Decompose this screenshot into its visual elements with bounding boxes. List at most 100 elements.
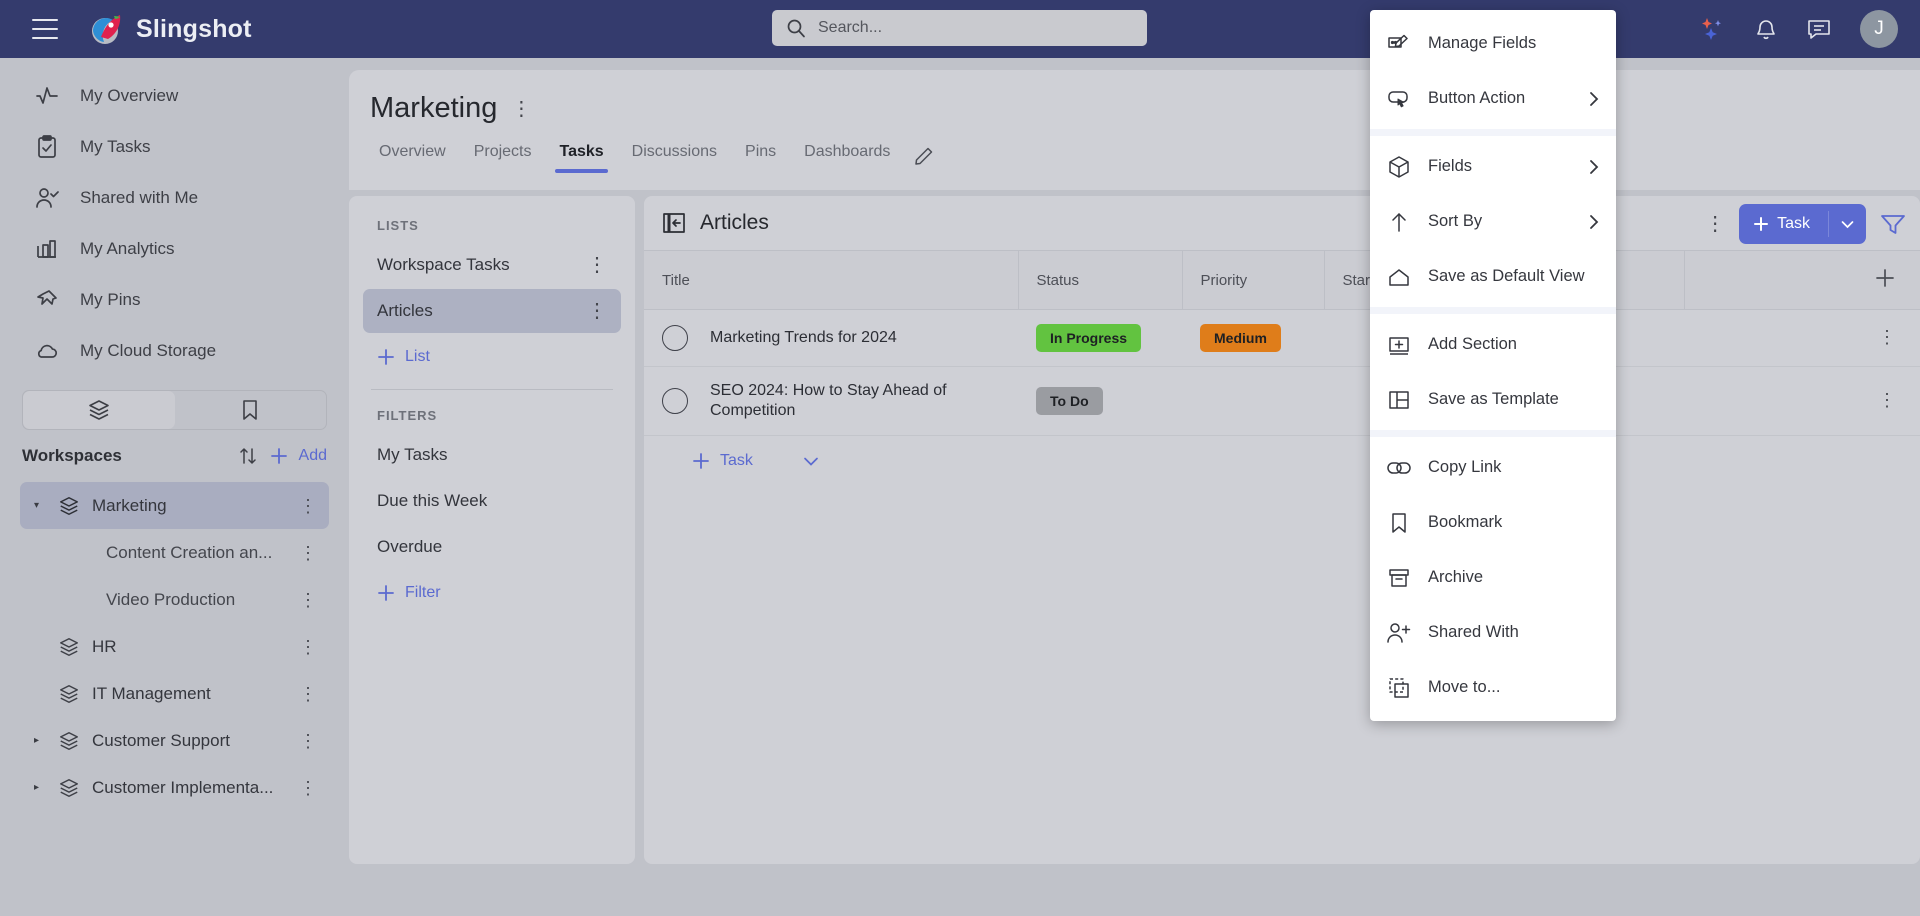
menu-item-bookmark[interactable]: Bookmark: [1370, 495, 1616, 550]
menu-item-add-section[interactable]: Add Section: [1370, 317, 1616, 372]
bookmarks-tab-button[interactable]: [175, 391, 327, 429]
table-row[interactable]: SEO 2024: How to Stay Ahead of Competiti…: [644, 366, 1920, 436]
menu-item-manage-fields[interactable]: Manage Fields: [1370, 16, 1616, 71]
bell-icon[interactable]: [1754, 16, 1778, 42]
brand[interactable]: Slingshot: [90, 12, 252, 46]
add-task-inline-button[interactable]: Task: [644, 436, 1920, 470]
add-list-button[interactable]: List: [349, 335, 635, 379]
filter-item-overdue[interactable]: Overdue: [363, 525, 621, 569]
chevron-down-icon[interactable]: ▾: [34, 500, 46, 511]
task-complete-radio[interactable]: [662, 325, 688, 351]
hamburger-icon[interactable]: [32, 19, 58, 39]
task-status-cell[interactable]: In Progress: [1018, 309, 1182, 367]
sidebar-item-my-analytics[interactable]: My Analytics: [0, 223, 349, 274]
column-header-priority[interactable]: Priority: [1182, 250, 1325, 310]
add-workspace-plus-icon[interactable]: [269, 446, 289, 466]
list-item-workspace-tasks[interactable]: Workspace Tasks ⋮: [363, 243, 621, 287]
chevron-down-icon[interactable]: [803, 456, 819, 467]
list-item-articles[interactable]: Articles ⋮: [363, 289, 621, 333]
tab-pins[interactable]: Pins: [731, 139, 790, 173]
sparkle-ai-icon[interactable]: [1698, 16, 1726, 42]
menu-item-move-to[interactable]: Move to...: [1370, 660, 1616, 715]
add-workspace-label[interactable]: Add: [299, 447, 327, 465]
menu-item-label: Bookmark: [1428, 513, 1503, 531]
page-kebab-icon[interactable]: ⋮: [511, 99, 531, 119]
workspace-kebab-icon[interactable]: ⋮: [299, 544, 317, 562]
list-kebab-icon[interactable]: ⋮: [587, 255, 607, 275]
column-header-status[interactable]: Status: [1018, 250, 1183, 310]
task-complete-radio[interactable]: [662, 388, 688, 414]
workspace-kebab-icon[interactable]: ⋮: [299, 685, 317, 703]
task-status-cell[interactable]: To Do: [1018, 366, 1182, 436]
page-title-row: Marketing ⋮: [349, 70, 1920, 125]
add-task-button[interactable]: Task: [1739, 204, 1866, 244]
tasks-table: Title Status Priority Start Date: [644, 250, 1920, 436]
menu-item-sort-by[interactable]: Sort By: [1370, 194, 1616, 249]
box-icon: [1386, 155, 1412, 179]
add-filter-button[interactable]: Filter: [349, 571, 635, 615]
tab-discussions[interactable]: Discussions: [618, 139, 731, 173]
workspace-kebab-icon[interactable]: ⋮: [299, 638, 317, 656]
sidebar-item-my-cloud-storage[interactable]: My Cloud Storage: [0, 325, 349, 376]
table-more-vertical-icon[interactable]: ⋮: [1705, 214, 1725, 234]
chevron-right-icon[interactable]: ▸: [34, 735, 46, 746]
row-kebab-icon[interactable]: ⋮: [1878, 327, 1896, 347]
add-column-button[interactable]: [1684, 250, 1920, 310]
tab-projects[interactable]: Projects: [460, 139, 546, 173]
workspace-item-hr[interactable]: HR ⋮: [20, 623, 329, 670]
sort-arrows-icon[interactable]: [237, 445, 259, 467]
collapse-panel-icon[interactable]: [662, 211, 686, 235]
left-sidebar: My Overview My Tasks Shared with Me My A…: [0, 58, 349, 916]
menu-item-save-as-template[interactable]: Save as Template: [1370, 372, 1616, 427]
task-title-cell[interactable]: Marketing Trends for 2024: [644, 309, 1018, 367]
task-priority-cell[interactable]: Medium: [1182, 309, 1324, 367]
menu-item-archive[interactable]: Archive: [1370, 550, 1616, 605]
tab-tasks[interactable]: Tasks: [545, 139, 617, 173]
pencil-icon[interactable]: [904, 139, 944, 173]
layers-icon: [58, 730, 80, 752]
workspace-kebab-icon[interactable]: ⋮: [299, 779, 317, 797]
filter-item-due-this-week[interactable]: Due this Week: [363, 479, 621, 523]
task-priority-cell[interactable]: [1182, 366, 1324, 436]
workspace-item-it-management[interactable]: IT Management ⋮: [20, 670, 329, 717]
column-header-title[interactable]: Title: [644, 250, 1019, 310]
chevron-down-icon[interactable]: [1828, 211, 1866, 237]
workspace-child-content-creation[interactable]: Content Creation an... ⋮: [20, 529, 329, 576]
task-title-cell[interactable]: SEO 2024: How to Stay Ahead of Competiti…: [644, 366, 1018, 436]
lists-divider: [371, 389, 613, 390]
sidebar-item-my-tasks[interactable]: My Tasks: [0, 121, 349, 172]
sidebar-item-my-pins[interactable]: My Pins: [0, 274, 349, 325]
workspace-kebab-icon[interactable]: ⋮: [299, 591, 317, 609]
tab-dashboards[interactable]: Dashboards: [790, 139, 904, 173]
tab-overview[interactable]: Overview: [365, 139, 460, 173]
workspaces-tab-button[interactable]: [23, 391, 175, 429]
workspace-item-customer-implementation[interactable]: ▸ Customer Implementa... ⋮: [20, 764, 329, 811]
sidebar-item-shared-with-me[interactable]: Shared with Me: [0, 172, 349, 223]
list-kebab-icon[interactable]: ⋮: [587, 301, 607, 321]
search-box[interactable]: [772, 10, 1147, 46]
workspace-item-marketing[interactable]: ▾ Marketing ⋮: [20, 482, 329, 529]
sidebar-item-my-overview[interactable]: My Overview: [0, 70, 349, 121]
row-kebab-icon[interactable]: ⋮: [1878, 390, 1896, 410]
workspace-item-customer-support[interactable]: ▸ Customer Support ⋮: [20, 717, 329, 764]
chevron-right-icon: [1588, 159, 1600, 175]
filter-icon[interactable]: [1880, 212, 1906, 236]
menu-item-copy-link[interactable]: Copy Link: [1370, 440, 1616, 495]
user-check-icon: [34, 185, 60, 211]
menu-item-button-action[interactable]: Button Action: [1370, 71, 1616, 126]
row-actions-cell: ⋮: [1684, 366, 1920, 436]
priority-badge: Medium: [1200, 324, 1281, 352]
workspace-child-video-production[interactable]: Video Production ⋮: [20, 576, 329, 623]
workspace-kebab-icon[interactable]: ⋮: [299, 497, 317, 515]
workspace-kebab-icon[interactable]: ⋮: [299, 732, 317, 750]
chevron-right-icon[interactable]: ▸: [34, 782, 46, 793]
table-row[interactable]: Marketing Trends for 2024 In Progress Me…: [644, 309, 1920, 367]
filter-item-my-tasks[interactable]: My Tasks: [363, 433, 621, 477]
search-input[interactable]: [818, 19, 1118, 37]
menu-item-shared-with[interactable]: Shared With: [1370, 605, 1616, 660]
chat-icon[interactable]: [1806, 17, 1832, 41]
menu-item-fields[interactable]: Fields: [1370, 139, 1616, 194]
menu-item-label: Save as Default View: [1428, 267, 1585, 285]
avatar[interactable]: J: [1860, 10, 1898, 48]
menu-item-save-as-default-view[interactable]: Save as Default View: [1370, 249, 1616, 304]
